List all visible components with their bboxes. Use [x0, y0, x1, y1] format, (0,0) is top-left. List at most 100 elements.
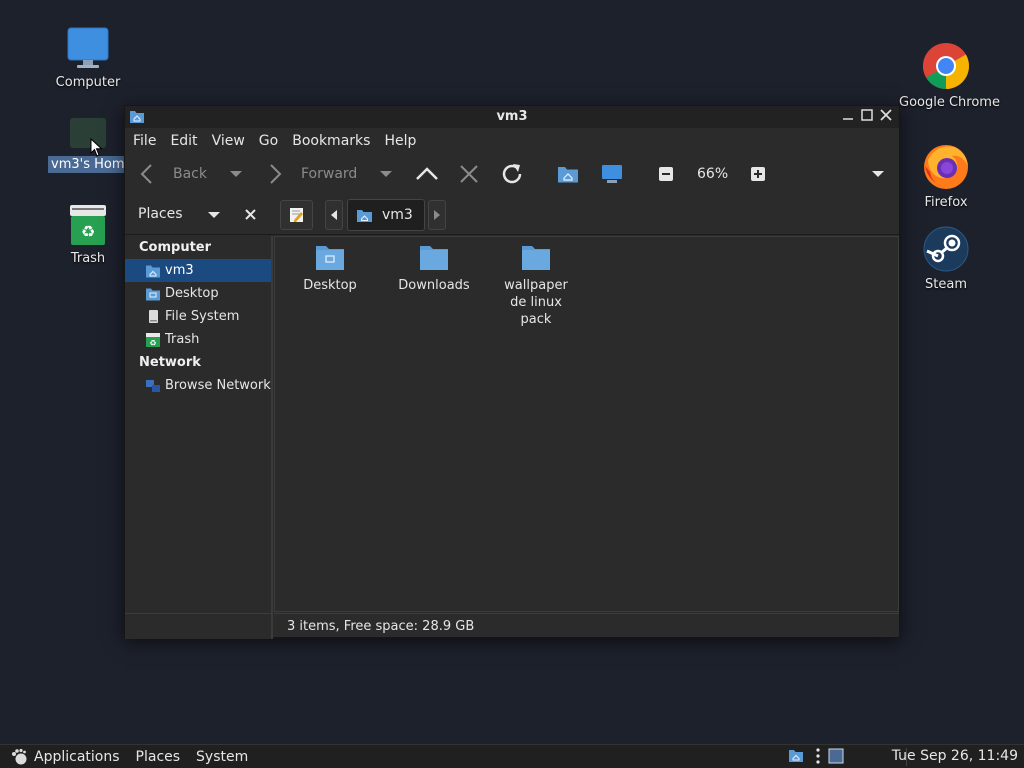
menu-help[interactable]: Help [384, 133, 416, 149]
caret-right-icon [434, 210, 440, 220]
svg-text:♻: ♻ [149, 338, 156, 347]
sidebar-item-label: vm3 [165, 263, 194, 278]
sidebar-item-label: Trash [165, 332, 200, 347]
close-sidebar-icon[interactable] [245, 209, 256, 220]
firefox-icon [924, 145, 968, 189]
file-item-label: wallpaper de linux pack [504, 278, 568, 327]
sidebar-item-vm3[interactable]: vm3 [125, 259, 271, 282]
file-item-downloads[interactable]: Downloads [386, 243, 482, 294]
desktop-icon-steam[interactable]: Steam [896, 226, 996, 293]
caret-down-icon[interactable] [207, 211, 221, 219]
sidebar-item-desktop[interactable]: Desktop [125, 282, 271, 305]
home-folder-icon [357, 209, 372, 222]
close-window-button[interactable] [877, 108, 895, 126]
path-scroll-left-button[interactable] [325, 200, 343, 230]
toolbar-overflow-button[interactable] [871, 153, 885, 195]
zoom-in-button[interactable] [751, 153, 765, 195]
status-bar: 3 items, Free space: 28.9 GB [274, 613, 899, 638]
caret-down-icon [230, 171, 242, 177]
statusbar-sidebar-section [125, 613, 273, 638]
taskbar-file-manager-icon[interactable] [788, 748, 804, 764]
chrome-icon [923, 43, 969, 89]
network-icon [146, 379, 160, 392]
menu-go[interactable]: Go [259, 133, 278, 149]
close-icon [880, 109, 892, 121]
sidebar-item-label: File System [165, 309, 240, 324]
sidebar-item-browse-network[interactable]: Browse Network [125, 374, 271, 397]
desktop-icon-label: Google Chrome [899, 95, 1000, 110]
drive-icon [149, 309, 158, 323]
steam-icon [923, 226, 969, 272]
status-text: 3 items, Free space: 28.9 GB [287, 618, 475, 634]
file-item-label: Desktop [303, 278, 357, 293]
panel-clock[interactable]: Tue Sep 26, 11:49 [892, 748, 1018, 764]
zoom-out-button[interactable] [659, 153, 673, 195]
zoom-out-icon [659, 167, 673, 181]
back-history-dropdown[interactable] [229, 153, 243, 195]
panel-menu-applications[interactable]: Applications [34, 749, 120, 765]
file-view[interactable]: Desktop Downloads wallpaper de linux pac… [274, 236, 899, 612]
sidebar-item-label: Desktop [165, 286, 219, 301]
menu-bookmarks[interactable]: Bookmarks [292, 133, 370, 149]
desktop-icon-firefox[interactable]: Firefox [896, 142, 996, 211]
home-button[interactable] [557, 153, 579, 195]
desktop-icon-computer[interactable]: Computer [38, 26, 138, 91]
file-manager-window[interactable]: vm3 File Edit View Go Bookmarks Help Bac… [124, 105, 900, 639]
path-segment-vm3[interactable]: vm3 [347, 199, 425, 231]
desktop-icon-label: Computer [55, 75, 121, 90]
minimize-icon [843, 118, 853, 120]
desktop-icon-home[interactable]: vm3's Home [38, 112, 138, 177]
menu-view[interactable]: View [212, 133, 245, 149]
up-button[interactable] [415, 153, 439, 195]
back-button[interactable]: Back [139, 153, 207, 195]
stop-icon [460, 165, 478, 183]
svg-text:♻: ♻ [81, 222, 95, 241]
window-titlebar[interactable]: vm3 [125, 106, 899, 128]
trash-icon: ♻ [70, 205, 106, 245]
home-folder-icon [146, 265, 160, 277]
back-arrow-icon [140, 164, 152, 184]
minimize-button[interactable] [839, 108, 857, 126]
sidebar-heading-computer: Computer [139, 240, 212, 255]
forward-history-dropdown[interactable] [379, 153, 393, 195]
workspace-switcher-icon[interactable] [828, 748, 844, 764]
panel-menu-places[interactable]: Places [136, 749, 181, 765]
path-scroll-right-button[interactable] [428, 200, 446, 230]
menu-bar: File Edit View Go Bookmarks Help [125, 128, 899, 153]
gnome-foot-icon[interactable] [10, 748, 28, 766]
desktop-icon-label: Trash [70, 251, 106, 266]
folder-icon [420, 246, 448, 270]
computer-icon [67, 27, 109, 68]
stop-button[interactable] [459, 153, 479, 195]
places-selector-label[interactable]: Places [138, 206, 183, 222]
sidebar-item-label: Browse Network [165, 378, 271, 393]
menu-file[interactable]: File [133, 133, 156, 149]
desktop-icon-label: Firefox [924, 195, 968, 210]
folder-icon [522, 246, 550, 270]
panel-kebab-icon[interactable] [815, 748, 821, 764]
computer-button[interactable] [601, 153, 623, 195]
zoom-level-text: 66% [697, 166, 729, 182]
reload-icon [502, 164, 522, 184]
reload-button[interactable] [499, 153, 525, 195]
maximize-button[interactable] [858, 108, 876, 126]
home-folder-icon [558, 167, 578, 183]
caret-left-icon [331, 210, 337, 220]
forward-button[interactable]: Forward [267, 153, 357, 195]
places-sidebar: Computer vm3 Desktop File System ♻ Trash… [125, 236, 273, 639]
mouse-cursor-icon [90, 138, 103, 157]
sidebar-item-file-system[interactable]: File System [125, 305, 271, 328]
menu-edit[interactable]: Edit [170, 133, 197, 149]
maximize-icon [861, 109, 873, 121]
file-item-wallpaper-pack[interactable]: wallpaper de linux pack [488, 243, 584, 328]
window-title: vm3 [496, 109, 528, 124]
panel-menu-system[interactable]: System [196, 749, 248, 765]
desktop-icon-trash[interactable]: ♻ Trash [38, 204, 138, 267]
desktop-icon-chrome[interactable]: Google Chrome [896, 42, 1000, 111]
file-item-desktop[interactable]: Desktop [282, 243, 378, 294]
location-bar: Places vm3 [125, 195, 899, 235]
zoom-in-icon [751, 167, 765, 181]
sidebar-item-trash[interactable]: ♻ Trash [125, 328, 271, 351]
toggle-location-entry-button[interactable] [280, 200, 313, 230]
desktop-icon-label: Steam [925, 277, 967, 292]
